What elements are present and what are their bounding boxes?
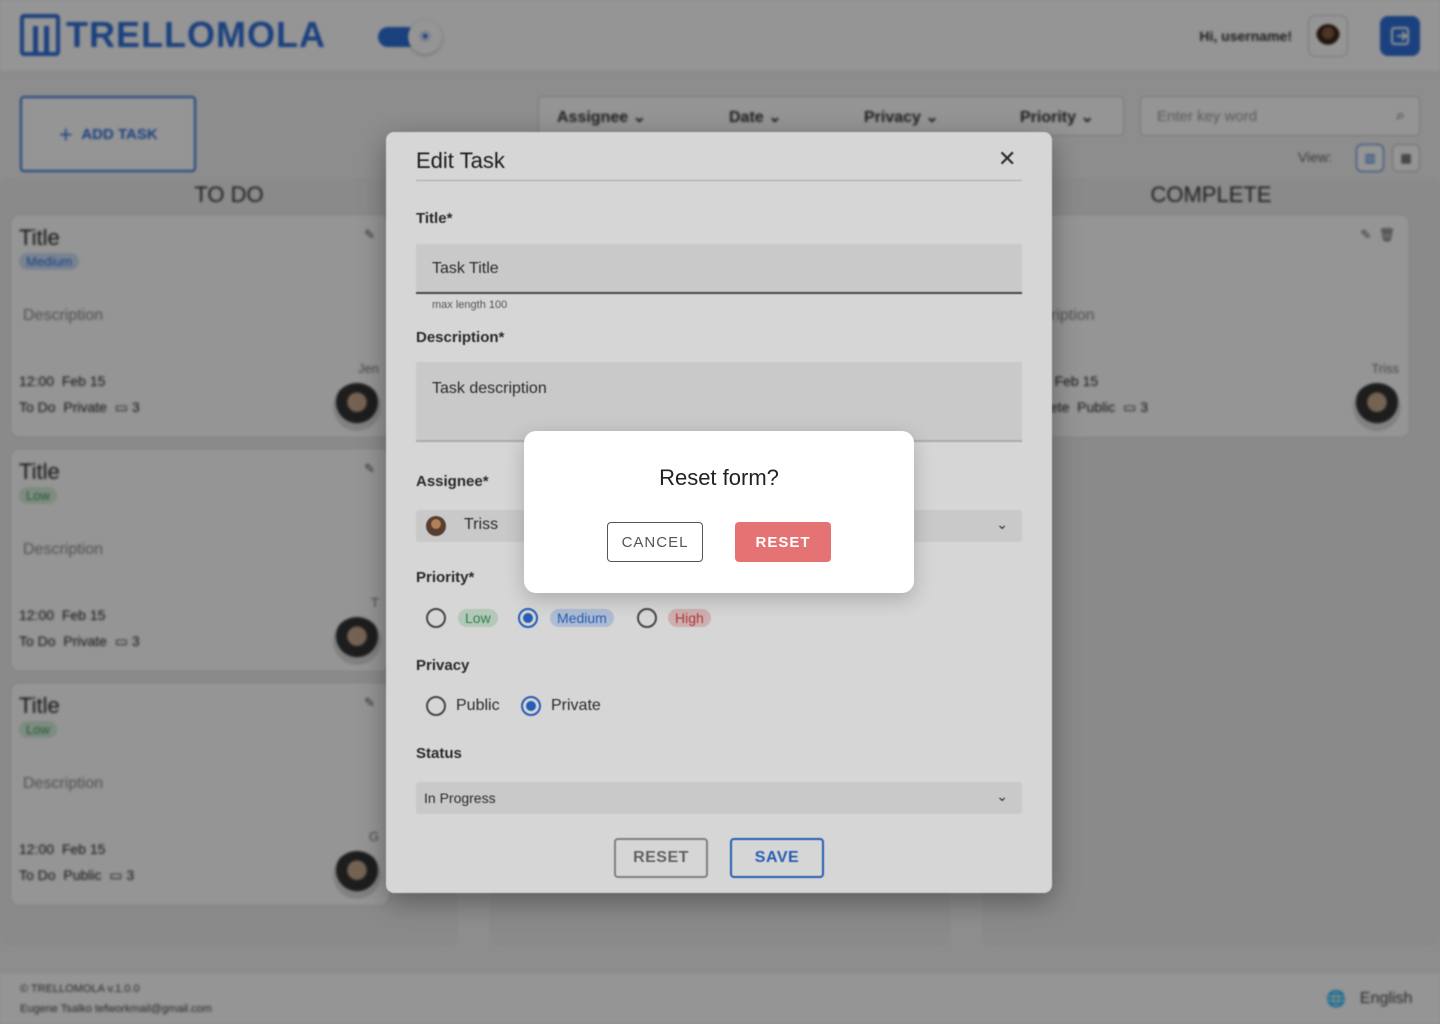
reset-confirm-dialog: Reset form? CANCEL RESET	[524, 431, 914, 593]
cancel-button[interactable]: CANCEL	[607, 522, 703, 562]
confirm-reset-button[interactable]: RESET	[735, 522, 831, 562]
dialog-title: Reset form?	[659, 465, 779, 490]
